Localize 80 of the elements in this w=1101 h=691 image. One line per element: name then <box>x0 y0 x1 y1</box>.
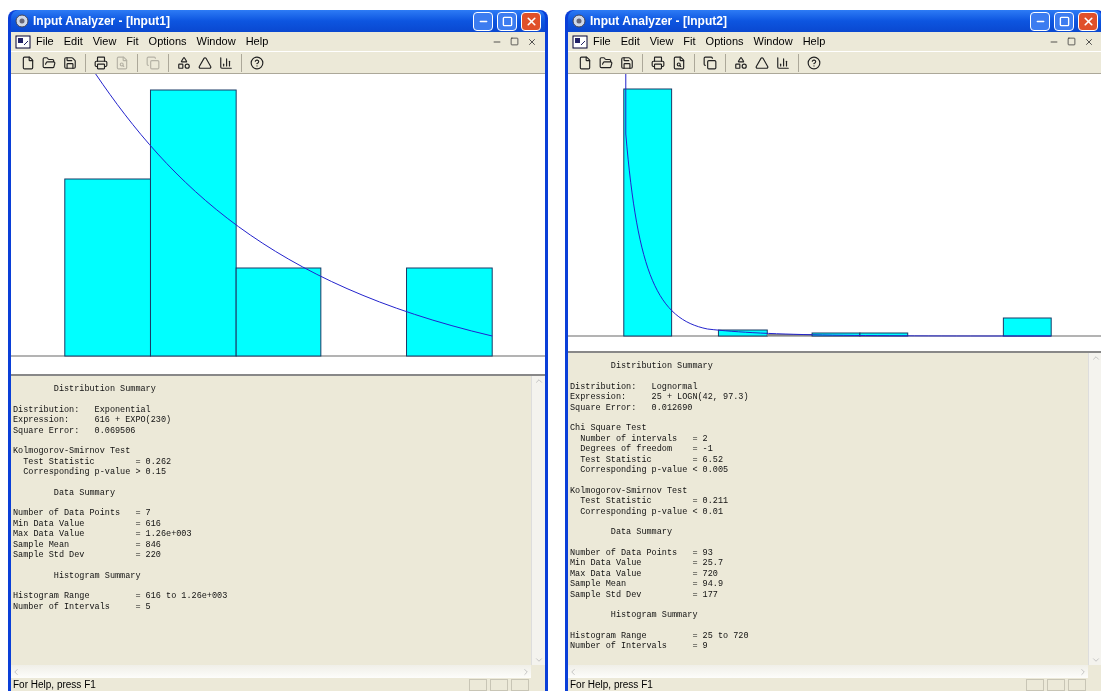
report-line: Corresponding p-value > 0.15 <box>22 467 168 478</box>
menu-item[interactable]: Edit <box>58 33 88 50</box>
menu-item[interactable]: File <box>31 33 59 50</box>
report-line: Square Error: 0.069506 <box>13 425 137 436</box>
histogram-bar <box>1002 317 1052 337</box>
report-line: Max Data Value = 1.26e+003 <box>13 529 193 540</box>
menu-item[interactable]: Fit <box>678 33 701 50</box>
menu-item[interactable]: View <box>87 33 122 50</box>
report-line: Kolmogorov-Smirnov Test <box>570 485 689 496</box>
report-line: Number of Intervals = 5 <box>13 601 152 612</box>
menu-item[interactable]: Window <box>191 33 241 50</box>
report-line: Sample Mean = 846 <box>13 539 162 550</box>
report-line: Test Statistic = 0.211 <box>579 496 730 507</box>
report-line: Expression: 25 + LOGN(42, 97.3) <box>570 392 750 403</box>
close-button[interactable] <box>1078 11 1098 31</box>
report-line: Corresponding p-value < 0.005 <box>579 465 730 476</box>
status-pane <box>1026 678 1044 691</box>
app-icon <box>15 14 29 28</box>
document-icon <box>15 34 31 49</box>
close-child-icon[interactable] <box>1084 36 1094 47</box>
report-line: Histogram Summary <box>609 610 699 621</box>
report-line: Number of Intervals = 9 <box>570 641 709 652</box>
menu-item[interactable]: View <box>644 33 679 50</box>
report-line: Min Data Value = 616 <box>13 518 162 529</box>
menu-item[interactable]: Help <box>240 33 274 50</box>
report-line: Distribution Summary <box>609 361 714 372</box>
report-line: Test Statistic = 0.262 <box>22 456 173 467</box>
status-pane <box>1068 678 1086 691</box>
maximize-button[interactable] <box>497 11 517 31</box>
app-icon <box>572 14 586 28</box>
status-pane <box>490 678 508 691</box>
close-icon <box>1081 14 1095 28</box>
status-pane <box>1047 678 1065 691</box>
menu-item[interactable]: Window <box>748 33 798 50</box>
status-text: For Help, press F1 <box>569 678 654 691</box>
report-line: Kolmogorov-Smirnov Test <box>13 446 132 457</box>
close-icon <box>524 14 538 28</box>
report-line: Max Data Value = 720 <box>570 568 719 579</box>
document-icon <box>572 34 588 49</box>
report-line: Sample Std Dev = 220 <box>13 550 162 561</box>
window-title: Input Analyzer - [Input1] <box>33 13 171 30</box>
menu-item[interactable]: Fit <box>121 33 144 50</box>
report-line: Distribution: Lognormal <box>570 381 699 392</box>
menu-item[interactable]: Edit <box>615 33 645 50</box>
menu-item[interactable]: Options <box>700 33 749 50</box>
report-line: Chi Square Test <box>570 423 648 434</box>
menu-item[interactable]: Help <box>797 33 831 50</box>
close-button[interactable] <box>521 11 541 31</box>
report-line: Test Statistic = 6.52 <box>579 454 725 465</box>
status-pane <box>469 678 487 691</box>
report-line: Min Data Value = 25.7 <box>570 558 725 569</box>
report-line: Number of intervals = 2 <box>579 433 709 444</box>
status-text: For Help, press F1 <box>12 678 97 691</box>
report-line: Corresponding p-value < 0.01 <box>579 506 725 517</box>
report-line: Sample Std Dev = 177 <box>570 589 719 600</box>
restore-child-icon[interactable] <box>510 37 519 46</box>
maximize-icon <box>501 15 513 27</box>
report-line: Expression: 616 + EXPO(230) <box>13 415 173 426</box>
report-line: Data Summary <box>52 487 117 498</box>
report-line: Data Summary <box>609 527 674 538</box>
report-line: Number of Data Points = 93 <box>570 547 714 558</box>
maximize-icon <box>1058 15 1070 27</box>
window-title: Input Analyzer - [Input2] <box>590 13 728 30</box>
menu-item[interactable]: File <box>588 33 616 50</box>
restore-child-icon[interactable] <box>1067 37 1076 46</box>
report-line: Sample Mean = 94.9 <box>570 579 725 590</box>
report-line: Distribution Summary <box>52 384 157 395</box>
report-line: Number of Data Points = 7 <box>13 508 152 519</box>
report-line: Degrees of freedom = -1 <box>579 444 714 455</box>
report-line: Square Error: 0.012690 <box>570 402 694 413</box>
status-pane <box>511 678 529 691</box>
report-line: Histogram Range = 616 to 1.26e+003 <box>13 591 229 602</box>
report-line: Distribution: Exponential <box>13 404 152 415</box>
maximize-button[interactable] <box>1054 11 1074 31</box>
close-child-icon[interactable] <box>527 36 537 47</box>
report-line: Histogram Range = 25 to 720 <box>570 630 750 641</box>
report-line: Histogram Summary <box>52 570 142 581</box>
minimize-button[interactable] <box>473 11 493 31</box>
menu-item[interactable]: Options <box>143 33 192 50</box>
minimize-button[interactable] <box>1030 11 1050 31</box>
